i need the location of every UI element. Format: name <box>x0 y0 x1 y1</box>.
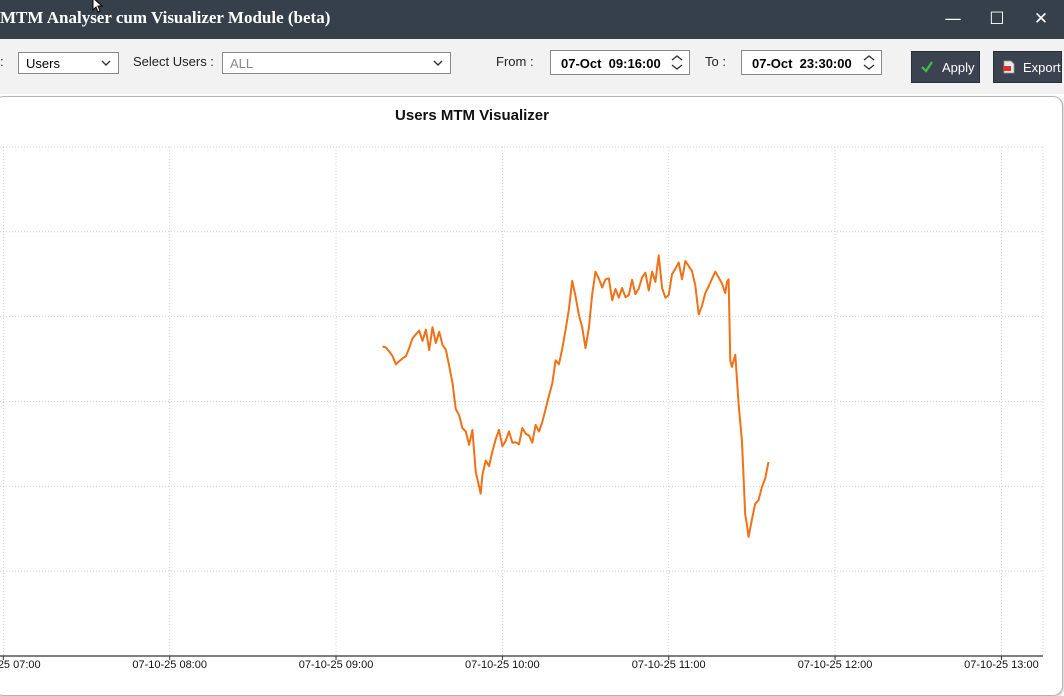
x-tick-label: 07-10-25 09:00 <box>299 659 374 671</box>
x-tick-label: 07-10-25 08:00 <box>132 659 207 671</box>
x-tick-label: 07-10-25 10:00 <box>465 659 540 671</box>
x-tick-label: 07-10-25 12:00 <box>798 659 873 671</box>
chart-x-tick-labels: 07-10-25 07:00 07-10-25 08:00 07-10-25 09:… <box>0 659 1039 671</box>
x-tick-label: 07-10-25 11:00 <box>632 659 706 671</box>
chart-series-group <box>382 254 770 538</box>
chart-grid <box>0 146 1044 656</box>
mtm-line-chart: 07-10-25 07:00 07-10-25 08:00 07-10-25 09:… <box>0 146 1044 671</box>
x-tick-label: 07-10-25 07:00 <box>0 659 41 671</box>
x-tick-label: 07-10-25 13:00 <box>964 659 1039 671</box>
series-line <box>382 254 770 538</box>
